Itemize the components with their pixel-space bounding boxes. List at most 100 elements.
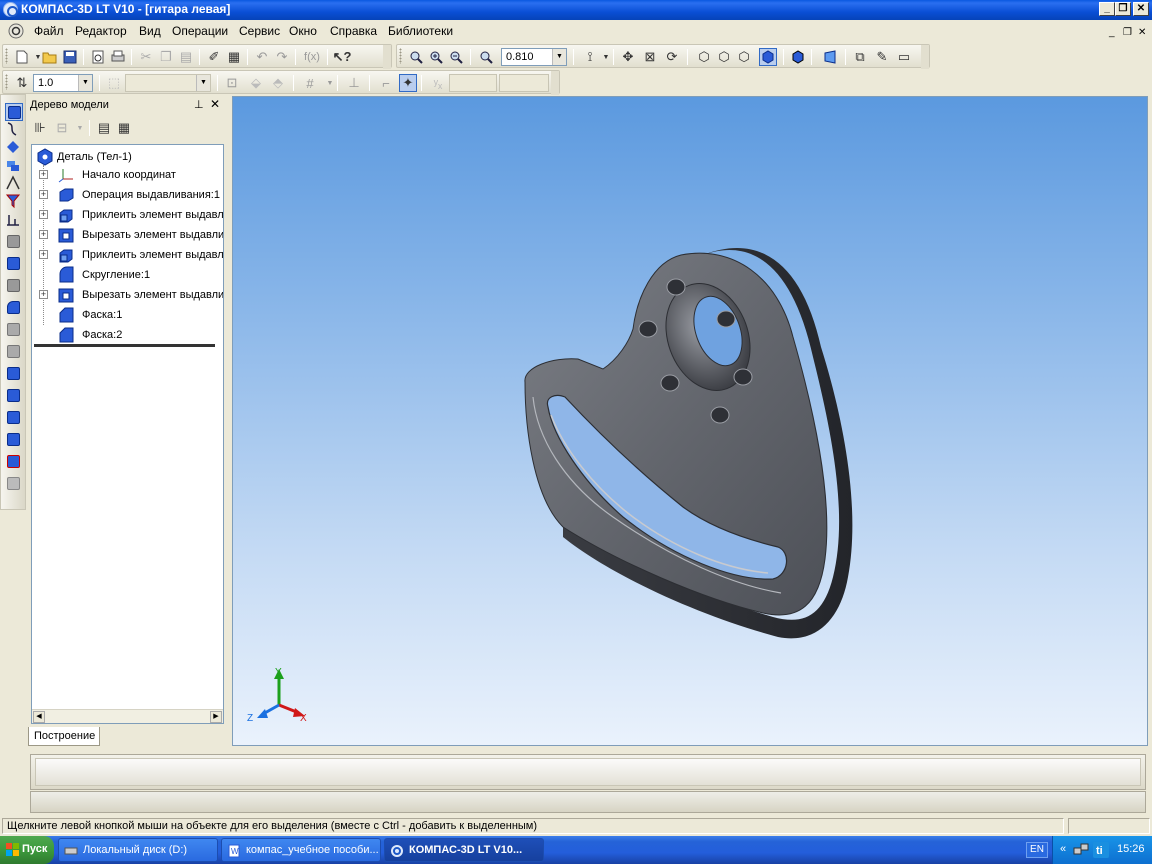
- mounting-hole[interactable]: [638, 320, 658, 338]
- local-cs-icon[interactable]: ⊡: [223, 74, 241, 92]
- task-kompas[interactable]: КОМПАС-3D LT V10...: [384, 838, 544, 862]
- round-icon[interactable]: ⌐: [377, 74, 395, 92]
- tree-list-icon[interactable]: ▤: [95, 119, 113, 137]
- task-local-disk[interactable]: Локальный диск (D:): [58, 838, 218, 862]
- scroll-right-icon[interactable]: ▶: [210, 711, 222, 723]
- hidden-lines-icon[interactable]: ⬡: [715, 48, 733, 66]
- toolbar-overflow-icon[interactable]: [383, 45, 391, 69]
- undo-icon[interactable]: ↶: [253, 48, 271, 66]
- tree-item-cut-extrude-2[interactable]: + Вырезать элемент выдавливания:2: [32, 285, 223, 305]
- mirror-tool-icon[interactable]: [5, 475, 23, 493]
- grid-icon[interactable]: #: [301, 74, 319, 92]
- tab-construction[interactable]: Построение: [28, 727, 100, 746]
- properties-brush-icon[interactable]: ✐: [205, 48, 223, 66]
- filters-icon[interactable]: [5, 193, 23, 211]
- doc-close-button[interactable]: ✕: [1138, 27, 1146, 38]
- doc-minimize-button[interactable]: _: [1109, 27, 1115, 38]
- mounting-hole[interactable]: [660, 374, 680, 392]
- snap-icon[interactable]: ✦: [399, 74, 417, 92]
- tray-app-icon[interactable]: ti: [1093, 842, 1109, 858]
- show-all-icon[interactable]: ⊠: [641, 48, 659, 66]
- menu-edit[interactable]: Редактор: [75, 24, 127, 38]
- hidden-thin-icon[interactable]: ⬡: [735, 48, 753, 66]
- step-combo[interactable]: 1.0 ▼: [33, 74, 93, 92]
- incline-tool-icon[interactable]: [5, 409, 23, 427]
- measure-icon[interactable]: [5, 211, 23, 229]
- toolbar-overflow-icon[interactable]: [921, 45, 929, 69]
- variables-fx-icon[interactable]: f(x): [301, 48, 323, 66]
- expand-icon[interactable]: +: [39, 190, 48, 199]
- toolbar-grip[interactable]: [5, 48, 8, 64]
- task-word-document[interactable]: W компас_учебное пособи...: [221, 838, 381, 862]
- expand-icon[interactable]: +: [39, 290, 48, 299]
- tree-item-origin[interactable]: + Начало координат: [32, 165, 223, 185]
- rotate-icon[interactable]: ⟳: [663, 48, 681, 66]
- restore-button[interactable]: ❐: [1115, 2, 1131, 16]
- zoom-level-combo[interactable]: 0.810 ▼: [501, 48, 567, 66]
- tree-item-add-extrude-1[interactable]: + Приклеить элемент выдавливания:1: [32, 205, 223, 225]
- shaded-edges-icon[interactable]: [789, 48, 807, 66]
- tree-item-cut-extrude-1[interactable]: + Вырезать элемент выдавливания:1: [32, 225, 223, 245]
- print-icon[interactable]: [109, 48, 127, 66]
- close-icon[interactable]: ✕: [210, 97, 220, 111]
- wireframe-icon[interactable]: ⬡: [695, 48, 713, 66]
- tree-root[interactable]: Деталь (Тел-1): [32, 147, 223, 167]
- paste-icon[interactable]: ▤: [177, 48, 195, 66]
- step-icon[interactable]: ⇅: [13, 74, 31, 92]
- expand-icon[interactable]: +: [39, 170, 48, 179]
- help-pointer-icon[interactable]: ↖?: [333, 48, 352, 66]
- model-viewport[interactable]: Y X Z: [232, 96, 1148, 746]
- mounting-hole[interactable]: [716, 310, 736, 328]
- tree-item-fillet-1[interactable]: Скругление:1: [32, 265, 223, 285]
- auxiliary-geometry-icon[interactable]: [5, 175, 23, 193]
- doc-restore-button[interactable]: ❐: [1123, 27, 1132, 38]
- chamfer-tool-icon[interactable]: [5, 365, 23, 383]
- chevron-down-icon[interactable]: ▼: [552, 49, 566, 65]
- chevron-down-icon[interactable]: ▼: [78, 75, 92, 91]
- spatial-curves-icon[interactable]: [5, 121, 23, 139]
- section-tool-icon[interactable]: [5, 431, 23, 449]
- cut-icon[interactable]: ✂: [137, 48, 155, 66]
- cut-tool-icon[interactable]: [5, 277, 23, 295]
- close-button[interactable]: ✕: [1133, 2, 1149, 16]
- mounting-hole[interactable]: [666, 278, 686, 296]
- shaded-icon[interactable]: [759, 48, 777, 66]
- print-preview-icon[interactable]: [89, 48, 107, 66]
- menu-file[interactable]: Файл: [34, 24, 64, 38]
- language-indicator[interactable]: EN: [1026, 842, 1048, 858]
- tree-horizontal-scrollbar[interactable]: ◀ ▶: [32, 709, 223, 723]
- manager-icon[interactable]: ▦: [225, 48, 243, 66]
- tree-item-add-extrude-2[interactable]: + Приклеить элемент выдавливания:2: [32, 245, 223, 265]
- zoom-scale-icon[interactable]: [477, 48, 495, 66]
- minimize-button[interactable]: _: [1099, 2, 1115, 16]
- menu-window[interactable]: Окно: [289, 24, 317, 38]
- editing-details-icon[interactable]: [5, 103, 23, 121]
- start-button[interactable]: Пуск: [0, 836, 54, 864]
- surfaces-icon[interactable]: [5, 139, 23, 157]
- tree-properties-icon[interactable]: ▦: [115, 119, 133, 137]
- expand-icon[interactable]: +: [39, 250, 48, 259]
- display-icon[interactable]: ▭: [895, 48, 913, 66]
- zoom-in-icon[interactable]: [427, 48, 445, 66]
- menu-view[interactable]: Вид: [139, 24, 161, 38]
- add-extrude-tool-icon[interactable]: [5, 255, 23, 273]
- split-tool-icon[interactable]: [5, 453, 23, 471]
- rib-tool-icon[interactable]: [5, 343, 23, 361]
- extrude-tool-icon[interactable]: [5, 233, 23, 251]
- open-folder-icon[interactable]: [41, 48, 59, 66]
- document-icon[interactable]: [8, 23, 24, 39]
- menu-libraries[interactable]: Библиотеки: [388, 24, 453, 38]
- arrays-icon[interactable]: [5, 157, 23, 175]
- mounting-hole[interactable]: [710, 406, 730, 424]
- tree-item-extrude-1[interactable]: + Операция выдавливания:1: [32, 185, 223, 205]
- pin-icon[interactable]: ⊥: [194, 98, 204, 111]
- hole-tool-icon[interactable]: [5, 387, 23, 405]
- redo-icon[interactable]: ↷: [273, 48, 291, 66]
- model-3d-canvas[interactable]: Y X Z: [233, 97, 1148, 746]
- tree-filter-dropdown-icon[interactable]: ▼: [71, 119, 89, 137]
- menu-service[interactable]: Сервис: [239, 24, 280, 38]
- fillet-tool-icon[interactable]: [5, 299, 23, 317]
- save-icon[interactable]: [61, 48, 79, 66]
- tree-item-chamfer-2[interactable]: Фаска:2: [32, 325, 223, 345]
- toolbar-grip[interactable]: [5, 74, 8, 90]
